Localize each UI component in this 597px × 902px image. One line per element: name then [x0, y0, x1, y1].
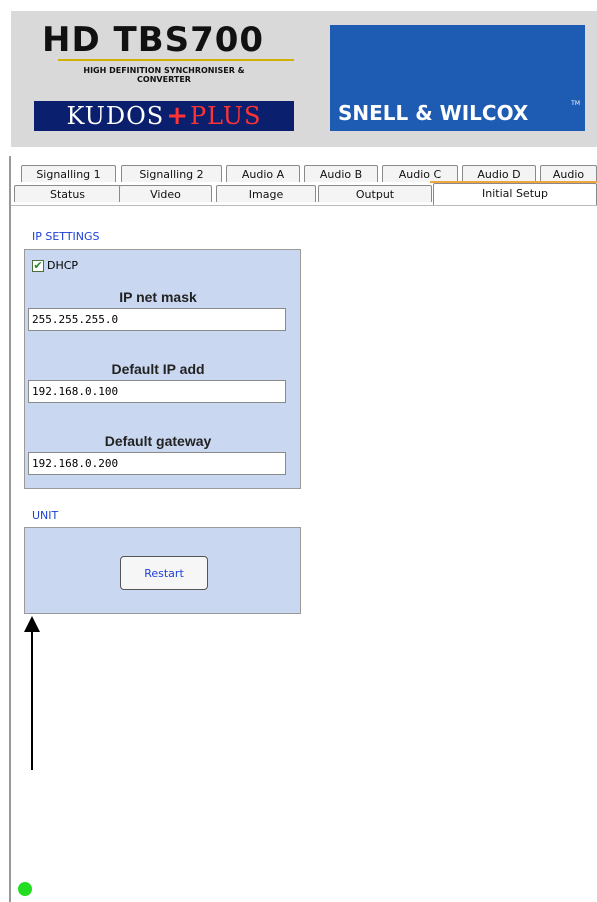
tab-signalling-1[interactable]: Signalling 1	[21, 165, 116, 182]
product-subtitle-line1: HIGH DEFINITION SYNCHRONISER &	[83, 66, 245, 75]
tab-video[interactable]: Video	[119, 185, 212, 202]
default-ip-label: Default IP add	[111, 361, 205, 377]
product-subtitle: HIGH DEFINITION SYNCHRONISER & CONVERTER	[33, 66, 295, 84]
title-underline	[58, 59, 294, 61]
tab-image[interactable]: Image	[216, 185, 316, 202]
unit-heading: UNIT	[32, 509, 59, 522]
kudos-plus-logo: KUDOS + PLUS	[34, 101, 294, 131]
tab-audio-d[interactable]: Audio D	[462, 165, 536, 182]
trademark-mark: TM	[571, 100, 580, 107]
dhcp-label: DHCP	[47, 259, 79, 272]
tab-audio-b[interactable]: Audio B	[304, 165, 378, 182]
company-name: SNELL & WILCOX	[338, 101, 529, 125]
tab-output[interactable]: Output	[318, 185, 432, 202]
netmask-label: IP net mask	[119, 289, 197, 305]
kudos-logo-text: KUDOS	[66, 102, 165, 130]
tab-audio-a[interactable]: Audio A	[226, 165, 300, 182]
default-ip-input[interactable]: 192.168.0.100	[28, 380, 286, 403]
plus-logo-text: PLUS	[190, 102, 262, 130]
tab-signalling-2[interactable]: Signalling 2	[121, 165, 222, 182]
product-subtitle-line2: CONVERTER	[137, 75, 191, 84]
header-banner: HD TBS700 HIGH DEFINITION SYNCHRONISER &…	[11, 11, 597, 147]
ip-settings-heading: IP SETTINGS	[32, 230, 100, 243]
product-title: HD TBS700	[42, 20, 265, 60]
tab-status[interactable]: Status	[14, 185, 121, 202]
annotation-arrow-line	[31, 628, 33, 770]
checkmark-icon: ✔	[33, 259, 43, 272]
gateway-label: Default gateway	[104, 433, 212, 449]
tab-initial-setup[interactable]: Initial Setup	[433, 183, 597, 205]
netmask-input[interactable]: 255.255.255.0	[28, 308, 286, 331]
restart-button[interactable]: Restart	[120, 556, 208, 590]
window-left-border	[9, 156, 11, 902]
tab-audio[interactable]: Audio	[540, 165, 597, 182]
plus-icon: +	[166, 101, 188, 131]
dhcp-row: ✔ DHCP	[32, 259, 78, 272]
status-led-icon	[18, 882, 32, 896]
tab-audio-c[interactable]: Audio C	[382, 165, 458, 182]
snell-wilcox-logo: SNELL & WILCOX TM	[330, 25, 585, 131]
gateway-input[interactable]: 192.168.0.200	[28, 452, 286, 475]
dhcp-checkbox[interactable]: ✔	[32, 259, 44, 272]
content-top-border	[11, 205, 597, 206]
